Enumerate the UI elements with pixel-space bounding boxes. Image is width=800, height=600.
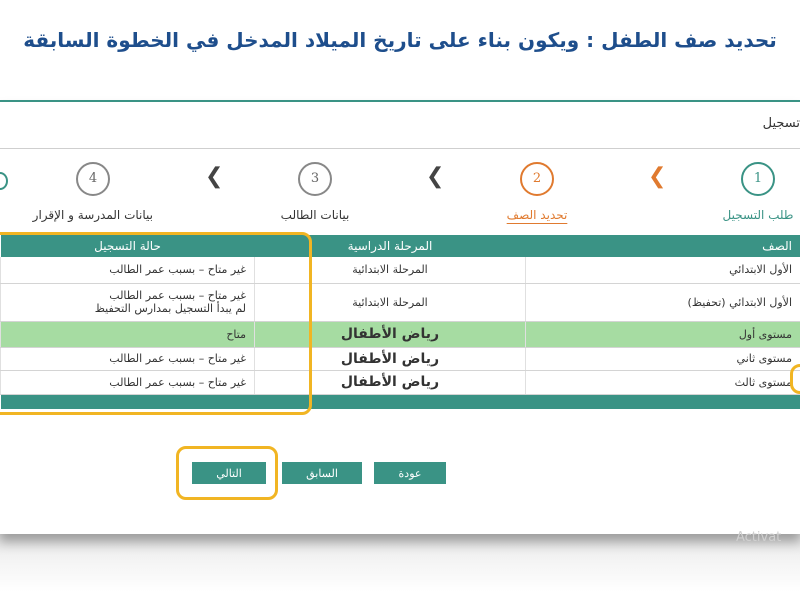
chevron-left-icon: ❮: [205, 164, 224, 189]
cell-class: مستوى ثالث: [525, 370, 800, 395]
step-2-label: تحديد الصف: [506, 208, 568, 222]
step-4-label: بيانات المدرسة و الإقرار: [32, 208, 153, 222]
step-1-label: طلب التسجيل: [722, 208, 794, 222]
step-4-school[interactable]: 4 بيانات المدرسة و الإقرار: [33, 162, 153, 222]
step-1-circle: 1: [741, 162, 775, 196]
step-2-class[interactable]: 2 تحديد الصف: [477, 162, 597, 222]
step-3-student[interactable]: 3 بيانات الطالب: [255, 162, 375, 222]
step-1-request[interactable]: 1 طلب التسجيل: [698, 162, 800, 222]
previous-button[interactable]: السابق: [282, 462, 362, 484]
next-button[interactable]: التالي: [192, 462, 266, 484]
activation-watermark: Activat: [736, 530, 782, 545]
step-5-partial-icon: [0, 172, 8, 190]
registration-panel: تسجيل 1 طلب التسجيل ❮ 2 تحديد الصف ❮ 3 ب…: [0, 100, 800, 545]
step-3-label: بيانات الطالب: [280, 208, 350, 222]
annotation-highlight-status: [0, 232, 312, 415]
cell-class: الأول الابتدائي (تحفيظ): [525, 283, 800, 322]
chevron-left-icon: ❮: [426, 164, 445, 189]
panel-title: تسجيل: [762, 116, 800, 131]
header-class: الصف: [525, 235, 800, 257]
panel-header: تسجيل: [0, 102, 800, 149]
cell-class: مستوى ثاني: [525, 347, 800, 371]
annotation-highlight-row: [790, 364, 800, 394]
cell-class: مستوى أول: [525, 321, 800, 348]
back-button[interactable]: عودة: [374, 462, 446, 484]
cell-class: الأول الابتدائي: [525, 257, 800, 284]
chevron-left-icon: ❮: [648, 164, 667, 189]
page-heading: تحديد صف الطفل : ويكون بناء على تاريخ ال…: [23, 28, 777, 52]
step-2-circle: 2: [520, 162, 554, 196]
step-4-circle: 4: [76, 162, 110, 196]
panel-shadow: [0, 532, 800, 592]
step-3-circle: 3: [298, 162, 332, 196]
